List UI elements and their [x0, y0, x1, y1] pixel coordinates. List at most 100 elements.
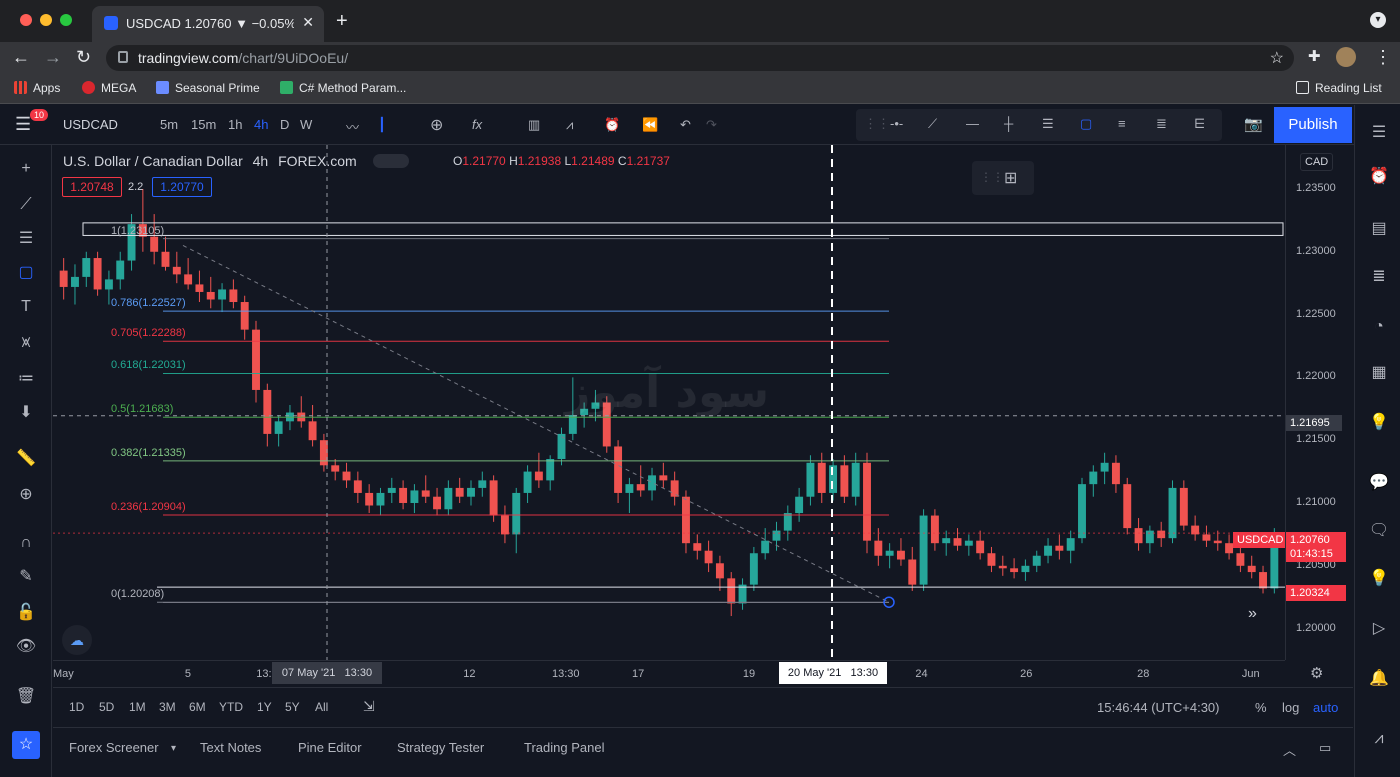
favorites-star-icon[interactable]: ☆: [12, 731, 40, 759]
trend-line-tool-icon[interactable]: ⟋: [14, 193, 38, 217]
maximize-window-button[interactable]: [60, 14, 72, 26]
templates-icon[interactable]: ▥: [528, 117, 540, 133]
forward-icon[interactable]: →: [44, 47, 62, 68]
sell-button[interactable]: 1.20748: [62, 177, 122, 197]
goto-date-icon[interactable]: ⇲: [363, 698, 375, 715]
minimize-window-button[interactable]: [40, 14, 52, 26]
hotlist-icon[interactable]: ◔: [1367, 315, 1391, 339]
zoom-in-icon[interactable]: ⊕: [14, 483, 38, 507]
browser-tab[interactable]: USDCAD 1.20760 ▼ −0.05% pi ✕: [92, 6, 324, 42]
range-1y[interactable]: 1Y: [257, 700, 272, 714]
tab-search-icon[interactable]: ▾: [1370, 12, 1386, 28]
patterns-tool-icon[interactable]: ⩙: [14, 331, 38, 355]
calendar-icon[interactable]: ▦: [1367, 361, 1391, 385]
buy-button[interactable]: 1.20770: [152, 177, 212, 197]
range-6m[interactable]: 6M: [189, 700, 206, 714]
interval-5m[interactable]: 5m: [160, 117, 178, 132]
streams-icon[interactable]: 🗨: [1367, 519, 1391, 543]
lock-drawings-icon[interactable]: 🔓: [14, 601, 38, 625]
bookmark-csharp[interactable]: C# Method Param...: [280, 81, 406, 95]
tab-pine-editor[interactable]: Pine Editor: [298, 740, 362, 755]
percent-scale-toggle[interactable]: %: [1255, 700, 1267, 715]
maximize-panel-icon[interactable]: ▭: [1319, 740, 1331, 756]
extensions-icon[interactable]: ✚: [1308, 47, 1321, 65]
financials-icon[interactable]: ⩘: [566, 117, 573, 133]
replay-icon[interactable]: ⏪: [642, 117, 658, 133]
stay-in-drawing-mode-icon[interactable]: ✎: [14, 565, 38, 589]
tab-strategy-tester[interactable]: Strategy Tester: [397, 740, 484, 755]
pitchfork-icon[interactable]: ⋿: [1194, 116, 1205, 132]
interval-15m[interactable]: 15m: [191, 117, 216, 132]
interval-4h[interactable]: 4h: [254, 117, 268, 132]
collapse-panel-icon[interactable]: ︿: [1283, 740, 1296, 759]
text-tool-icon[interactable]: T: [14, 295, 38, 319]
horizontal-ray-icon[interactable]: -•-: [890, 116, 903, 131]
alert-icon[interactable]: ⏰: [604, 117, 620, 133]
auto-scale-toggle[interactable]: auto: [1313, 700, 1338, 715]
price-axis[interactable]: CAD 1.23500 1.23000 1.22500 1.22000 1.21500 1…: [1285, 145, 1353, 660]
tab-trading-panel[interactable]: Trading Panel: [524, 740, 604, 755]
range-1d[interactable]: 1D: [69, 700, 84, 714]
compare-icon[interactable]: ⊕: [430, 115, 443, 135]
magnet-icon[interactable]: ∩: [14, 531, 38, 555]
alerts-clock-icon[interactable]: ⏰: [1367, 165, 1391, 189]
bookmark-seasonal-prime[interactable]: Seasonal Prime: [156, 81, 260, 95]
indicators-icon[interactable]: fx: [472, 117, 482, 132]
range-ytd[interactable]: YTD: [219, 700, 243, 714]
chats-icon[interactable]: 💬: [1367, 471, 1391, 495]
ideas-bulb-icon[interactable]: 💡: [1367, 411, 1391, 435]
chart-type-line-icon[interactable]: 〰: [346, 117, 359, 136]
bookmark-apps[interactable]: Apps: [14, 81, 60, 95]
main-menu-icon[interactable]: ☰: [15, 114, 31, 135]
reading-list-button[interactable]: Reading List: [1296, 81, 1382, 95]
interval-d[interactable]: D: [280, 117, 289, 132]
notifications-bulb-icon[interactable]: 💡: [1367, 567, 1391, 591]
back-icon[interactable]: ←: [12, 47, 30, 68]
browser-menu-icon[interactable]: ⋮: [1374, 47, 1392, 68]
news-icon[interactable]: ≣: [1367, 265, 1391, 289]
tab-forex-screener[interactable]: Forex Screener: [69, 740, 159, 755]
drag-handle-icon[interactable]: ⋮⋮: [980, 170, 1004, 184]
arrow-down-icon[interactable]: ⬇: [14, 401, 38, 425]
layout-settings-icon[interactable]: ⊞: [1004, 168, 1017, 188]
drag-handle-icon[interactable]: ⋮⋮: [864, 116, 890, 132]
url-field[interactable]: tradingview.com/chart/9UiDOoEu/ ☆: [106, 45, 1294, 71]
fib-retracement-icon[interactable]: ≡: [1118, 116, 1126, 131]
crosshair-icon[interactable]: +: [14, 157, 38, 181]
chart-type-candles-icon[interactable]: ┃: [378, 117, 386, 133]
hide-drawings-icon[interactable]: 👁: [14, 635, 38, 659]
publish-button[interactable]: Publish: [1274, 107, 1352, 143]
range-5d[interactable]: 5D: [99, 700, 114, 714]
fib-extension-icon[interactable]: ≣: [1156, 116, 1167, 132]
prediction-tool-icon[interactable]: ≔: [14, 367, 38, 391]
forex-screener-dropdown-icon[interactable]: ▾: [171, 743, 176, 754]
shapes-tool-icon[interactable]: ▢: [14, 261, 38, 285]
data-window-icon[interactable]: ▤: [1367, 217, 1391, 241]
snapshot-icon[interactable]: 📷: [1244, 115, 1263, 133]
range-5y[interactable]: 5Y: [285, 700, 300, 714]
dom-icon[interactable]: ⩘: [1367, 727, 1391, 751]
symbol-search[interactable]: USDCAD: [63, 117, 118, 132]
watchlist-icon[interactable]: ☰: [1367, 121, 1391, 145]
chart-settings-icon[interactable]: ⚙: [1310, 664, 1323, 682]
bookmark-star-icon[interactable]: ☆: [1270, 48, 1284, 68]
ruler-icon[interactable]: 📏: [14, 447, 38, 471]
play-stream-icon[interactable]: ▷: [1367, 617, 1391, 641]
log-scale-toggle[interactable]: log: [1282, 700, 1299, 715]
profile-avatar[interactable]: [1336, 47, 1356, 67]
range-3m[interactable]: 3M: [159, 700, 176, 714]
bookmark-mega[interactable]: MEGA: [82, 81, 136, 95]
rectangle-icon[interactable]: ▢: [1080, 116, 1092, 132]
currency-selector[interactable]: CAD: [1300, 153, 1334, 171]
close-window-button[interactable]: [20, 14, 32, 26]
close-tab-icon[interactable]: ✕: [302, 14, 314, 31]
reload-icon[interactable]: ↻: [76, 47, 91, 68]
scroll-to-realtime-icon[interactable]: »: [1248, 605, 1257, 623]
redo-icon[interactable]: ↷: [706, 117, 717, 133]
time-axis[interactable]: May 5 13: 12 13:30 17 19 24 26 28 Jun: [53, 660, 1285, 686]
clock-timezone[interactable]: 15:46:44 (UTC+4:30): [1097, 700, 1219, 715]
fib-tool-icon[interactable]: ☰: [14, 227, 38, 251]
tab-text-notes[interactable]: Text Notes: [200, 740, 261, 755]
tradingview-logo-icon[interactable]: ☁: [62, 625, 92, 655]
undo-icon[interactable]: ↶: [680, 117, 691, 133]
